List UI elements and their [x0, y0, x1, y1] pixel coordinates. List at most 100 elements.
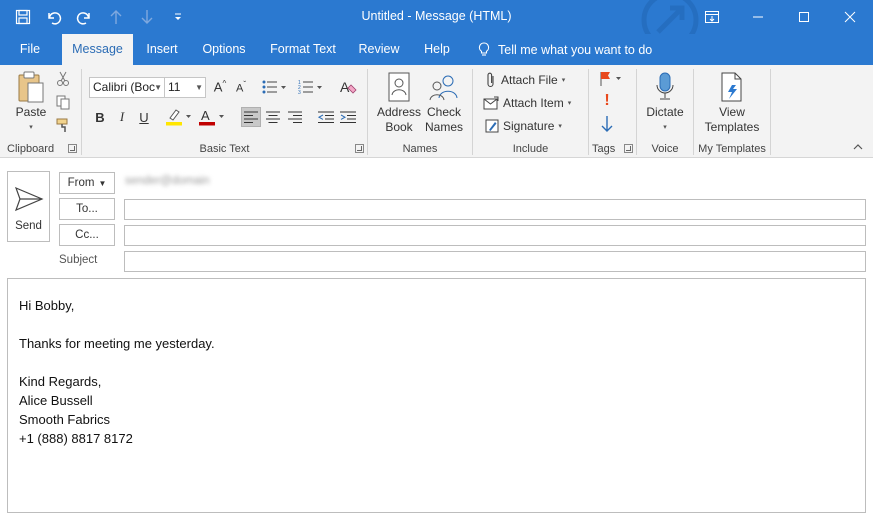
bullets-icon — [262, 80, 286, 94]
maximize-button[interactable] — [781, 0, 827, 34]
body-line: Thanks for meeting me yesterday. — [19, 336, 215, 351]
align-center-button[interactable] — [263, 107, 283, 127]
format-painter-icon — [56, 118, 67, 132]
my-templates-group: View Templates My Templates — [694, 65, 770, 158]
minimize-button[interactable] — [735, 0, 781, 34]
close-button[interactable] — [827, 0, 873, 34]
maximize-icon — [799, 12, 809, 22]
paperclip-icon — [487, 72, 494, 88]
increase-indent-button[interactable] — [338, 107, 358, 127]
clear-formatting-button[interactable]: A — [338, 77, 358, 97]
scissors-icon — [57, 71, 69, 86]
cut-button[interactable] — [53, 69, 73, 89]
ribbon-display-icon — [705, 11, 719, 23]
view-templates-button[interactable]: View Templates — [700, 69, 764, 135]
subject-field[interactable] — [124, 251, 866, 272]
cc-button[interactable]: Cc... — [59, 224, 115, 246]
send-icon — [14, 186, 44, 212]
paste-label: Paste — [15, 105, 47, 119]
from-address: sender@domain — [125, 175, 210, 187]
low-importance-button[interactable] — [597, 114, 617, 134]
tab-message[interactable]: Message — [62, 34, 133, 65]
decrease-indent-button[interactable] — [316, 107, 336, 127]
tab-format-text[interactable]: Format Text — [262, 34, 344, 65]
format-painter-button[interactable] — [53, 115, 73, 135]
body-line: +1 (888) 8817 8172 — [19, 431, 133, 446]
attach-item-button[interactable]: Attach Item ▾ — [483, 93, 571, 113]
basic-text-launcher-icon[interactable] — [355, 144, 364, 153]
attach-file-label: Attach File — [501, 73, 558, 87]
paste-icon — [18, 71, 44, 103]
italic-button[interactable]: I — [112, 107, 132, 127]
svg-text:3: 3 — [298, 90, 301, 94]
chevron-down-icon: ▾ — [567, 100, 572, 107]
message-body[interactable]: Hi Bobby, Thanks for meeting me yesterda… — [7, 278, 866, 513]
copy-button[interactable] — [53, 92, 73, 112]
flag-icon — [600, 72, 621, 86]
tab-review[interactable]: Review — [352, 34, 406, 65]
window-controls — [689, 0, 873, 34]
view-templates-label-line2: Templates — [704, 120, 760, 134]
to-button[interactable]: To... — [59, 198, 115, 220]
bold-button[interactable]: B — [90, 107, 110, 127]
voice-group: Dictate ▾ Voice — [637, 65, 693, 158]
tab-file[interactable]: File — [6, 34, 54, 65]
shrink-font-button[interactable]: Aˇ — [231, 77, 251, 97]
cc-field[interactable] — [124, 225, 866, 246]
dictate-button[interactable]: Dictate ▾ — [641, 69, 689, 135]
tags-launcher-icon[interactable] — [624, 144, 633, 153]
chevron-down-icon: ▼ — [98, 178, 107, 188]
tab-help[interactable]: Help — [414, 34, 460, 65]
underline-icon: U — [139, 109, 149, 125]
bullets-button[interactable] — [260, 77, 290, 97]
separator — [770, 69, 771, 155]
grow-font-button[interactable]: A^ — [210, 77, 230, 97]
signature-label: Signature — [503, 119, 555, 133]
collapse-ribbon-icon[interactable] — [853, 141, 863, 153]
clipboard-launcher-icon[interactable] — [68, 144, 77, 153]
check-names-button[interactable]: Check Names — [421, 69, 467, 135]
high-importance-button[interactable]: ! — [597, 91, 617, 111]
body-line: Smooth Fabrics — [19, 412, 111, 427]
attach-file-button[interactable]: Attach File ▾ — [485, 70, 565, 90]
font-name-combo[interactable]: Calibri (Boc ▼ — [89, 77, 165, 98]
tab-insert[interactable]: Insert — [137, 34, 187, 65]
check-names-label-line1: Check — [426, 105, 461, 119]
signature-button[interactable]: Signature ▾ — [485, 116, 562, 136]
from-button[interactable]: From ▼ — [59, 172, 115, 194]
send-button[interactable]: Send — [7, 171, 50, 242]
ribbon-display-options-button[interactable] — [689, 0, 735, 34]
align-right-button[interactable] — [285, 107, 305, 127]
to-label: To... — [76, 203, 98, 215]
numbering-icon: 123 — [298, 80, 322, 94]
arrow-down-icon — [601, 116, 613, 132]
underline-button[interactable]: U — [134, 107, 154, 127]
include-label: Include — [512, 143, 549, 155]
to-field[interactable] — [124, 199, 866, 220]
chevron-down-icon: ▾ — [558, 123, 562, 130]
align-center-icon — [266, 111, 280, 123]
body-line: Hi Bobby, — [19, 298, 75, 313]
paste-button[interactable]: Paste ▾ — [10, 69, 52, 135]
follow-up-button[interactable] — [597, 69, 625, 89]
basic-text-label: Basic Text — [199, 143, 250, 155]
font-color-icon: A — [199, 108, 224, 126]
highlight-button[interactable] — [164, 107, 194, 127]
address-book-icon — [388, 72, 410, 102]
numbering-button[interactable]: 123 — [296, 77, 326, 97]
templates-icon — [721, 72, 742, 102]
tab-options[interactable]: Options — [193, 34, 255, 65]
body-line — [19, 353, 865, 372]
view-templates-label-line1: View — [719, 105, 745, 119]
grow-font-icon: A^ — [213, 79, 227, 95]
font-color-button[interactable]: A — [197, 107, 227, 127]
cc-label: Cc... — [75, 229, 99, 241]
tell-me-search[interactable]: Tell me what you want to do — [478, 34, 652, 65]
decrease-indent-icon — [318, 111, 334, 123]
align-left-button[interactable] — [241, 107, 261, 127]
attach-item-label: Attach Item — [503, 96, 564, 110]
copy-icon — [56, 95, 70, 109]
dictate-label: Dictate — [646, 105, 684, 119]
font-size-combo[interactable]: 11 ▼ — [164, 77, 206, 98]
address-book-button[interactable]: Address Book — [374, 69, 424, 135]
